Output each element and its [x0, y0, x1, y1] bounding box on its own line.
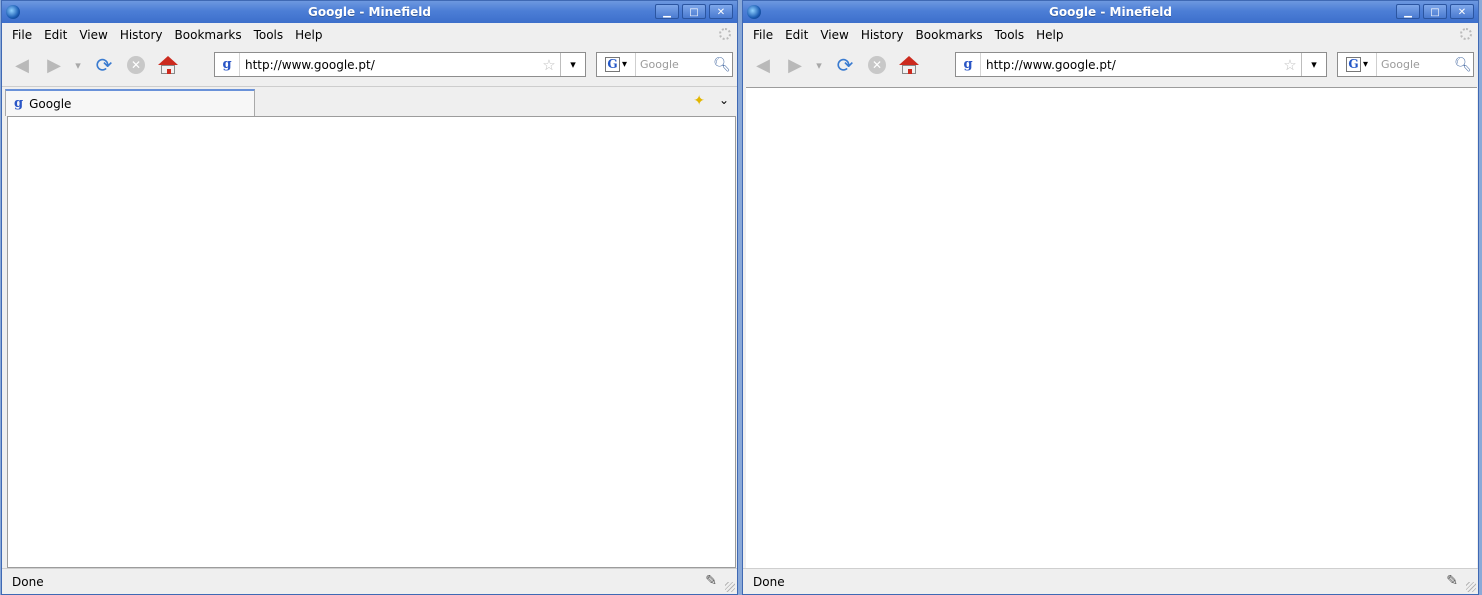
close-icon[interactable]: ✕	[709, 4, 733, 19]
search-input[interactable]: Google	[1377, 58, 1453, 71]
magnifier-icon[interactable]: 🔍︎	[1453, 57, 1473, 73]
navigation-toolbar: ◀ ▶ ▾ ⟳ ✕ g http://www.google.pt/ ☆ ▾ G …	[2, 46, 737, 84]
menu-file[interactable]: File	[6, 28, 38, 42]
menu-tools[interactable]: Tools	[989, 28, 1031, 42]
throbber-icon	[1460, 28, 1472, 40]
window-titlebar[interactable]: Google - Minefield ▁ □ ✕	[2, 1, 737, 23]
tab-list-chevron-icon[interactable]: ⌄	[719, 93, 729, 107]
menu-edit[interactable]: Edit	[38, 28, 73, 42]
search-bar[interactable]: G ▾ Google 🔍︎	[596, 52, 733, 77]
tab-google[interactable]: g Google	[5, 89, 255, 116]
google-g-icon: g	[14, 96, 24, 111]
forward-arrow-icon[interactable]: ▶	[781, 51, 809, 79]
resize-grip[interactable]	[1466, 582, 1476, 592]
google-engine-icon: G	[604, 57, 620, 72]
menu-view[interactable]: View	[73, 28, 113, 42]
reload-icon[interactable]: ⟳	[90, 51, 118, 79]
menu-file[interactable]: File	[747, 28, 779, 42]
new-tab-star-icon[interactable]: ✦	[693, 93, 705, 109]
google-g-icon: g	[956, 53, 981, 76]
edit-note-icon[interactable]: ✎	[1446, 573, 1458, 589]
back-arrow-icon[interactable]: ◀	[749, 51, 777, 79]
url-input[interactable]: http://www.google.pt/	[981, 58, 1279, 72]
page-content[interactable]	[746, 87, 1477, 569]
maximize-icon[interactable]: □	[1423, 4, 1447, 19]
menu-bookmarks[interactable]: Bookmarks	[169, 28, 248, 42]
browser-window-right: Google - Minefield ▁ □ ✕ File Edit View …	[742, 0, 1479, 595]
url-dropdown-button[interactable]: ▾	[1301, 53, 1326, 76]
url-input[interactable]: http://www.google.pt/	[240, 58, 538, 72]
menu-edit[interactable]: Edit	[779, 28, 814, 42]
url-bar[interactable]: g http://www.google.pt/ ☆ ▾	[955, 52, 1327, 77]
url-bar[interactable]: g http://www.google.pt/ ☆ ▾	[214, 52, 586, 77]
maximize-icon[interactable]: □	[682, 4, 706, 19]
menu-history[interactable]: History	[114, 28, 169, 42]
status-bar: Done ✎	[743, 568, 1478, 594]
home-icon[interactable]	[895, 51, 923, 79]
menubar: File Edit View History Bookmarks Tools H…	[743, 23, 1478, 46]
window-title: Google - Minefield	[308, 5, 431, 19]
tab-label: Google	[29, 96, 72, 111]
stop-icon[interactable]: ✕	[122, 51, 150, 79]
window-title: Google - Minefield	[1049, 5, 1172, 19]
menu-view[interactable]: View	[814, 28, 854, 42]
home-icon[interactable]	[154, 51, 182, 79]
forward-arrow-icon[interactable]: ▶	[40, 51, 68, 79]
resize-grip[interactable]	[725, 582, 735, 592]
status-text: Done	[12, 574, 44, 589]
tab-strip: g Google ✦ ⌄	[2, 86, 737, 117]
search-bar[interactable]: G ▾ Google 🔍︎	[1337, 52, 1474, 77]
minimize-icon[interactable]: ▁	[655, 4, 679, 19]
status-bar: Done ✎	[2, 568, 737, 594]
menu-history[interactable]: History	[855, 28, 910, 42]
menubar: File Edit View History Bookmarks Tools H…	[2, 23, 737, 46]
status-text: Done	[753, 574, 785, 589]
edit-note-icon[interactable]: ✎	[705, 573, 717, 589]
search-engine-selector[interactable]: G ▾	[597, 53, 636, 76]
chevron-down-icon[interactable]: ▾	[811, 51, 827, 79]
browser-window-left: Google - Minefield ▁ □ ✕ File Edit View …	[1, 0, 738, 595]
url-dropdown-button[interactable]: ▾	[560, 53, 585, 76]
minimize-icon[interactable]: ▁	[1396, 4, 1420, 19]
google-g-icon: g	[215, 53, 240, 76]
chevron-down-icon[interactable]: ▾	[70, 51, 86, 79]
magnifier-icon[interactable]: 🔍︎	[712, 57, 732, 73]
reload-icon[interactable]: ⟳	[831, 51, 859, 79]
navigation-toolbar: ◀ ▶ ▾ ⟳ ✕ g http://www.google.pt/ ☆ ▾ G …	[743, 46, 1478, 84]
close-icon[interactable]: ✕	[1450, 4, 1474, 19]
back-arrow-icon[interactable]: ◀	[8, 51, 36, 79]
chevron-down-icon: ▾	[621, 59, 628, 70]
search-engine-selector[interactable]: G ▾	[1338, 53, 1377, 76]
menu-bookmarks[interactable]: Bookmarks	[910, 28, 989, 42]
menu-help[interactable]: Help	[289, 28, 328, 42]
menu-help[interactable]: Help	[1030, 28, 1069, 42]
throbber-icon	[719, 28, 731, 40]
chevron-down-icon: ▾	[1362, 59, 1369, 70]
google-engine-icon: G	[1345, 57, 1361, 72]
stop-icon[interactable]: ✕	[863, 51, 891, 79]
page-content[interactable]	[7, 116, 736, 568]
window-titlebar[interactable]: Google - Minefield ▁ □ ✕	[743, 1, 1478, 23]
menu-tools[interactable]: Tools	[248, 28, 290, 42]
star-icon[interactable]: ☆	[1279, 56, 1301, 74]
star-icon[interactable]: ☆	[538, 56, 560, 74]
search-input[interactable]: Google	[636, 58, 712, 71]
